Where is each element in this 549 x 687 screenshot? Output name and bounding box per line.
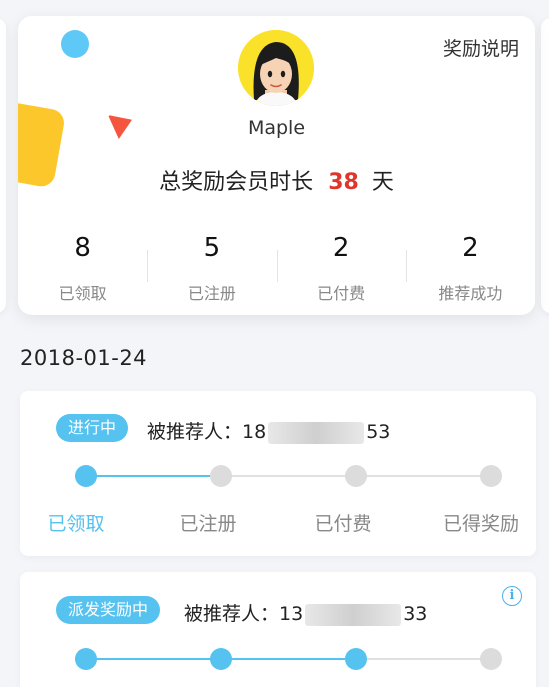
- decor-circle: [61, 30, 89, 58]
- previous-card-edge[interactable]: [0, 18, 6, 313]
- date-heading: 2018-01-24: [20, 346, 148, 370]
- next-card-edge[interactable]: [541, 18, 549, 313]
- referee-info: 被推荐人：18 53: [147, 417, 390, 444]
- stat-label: 已领取: [58, 284, 107, 303]
- progress-tracker: [75, 647, 502, 671]
- total-reward-unit: 天: [371, 170, 394, 195]
- step-dot: [480, 465, 502, 487]
- step-dot: [345, 648, 367, 670]
- step-label-registered: 已注册: [179, 513, 237, 535]
- phone-prefix: 18: [242, 421, 267, 443]
- status-badge: 派发奖励中: [56, 596, 161, 624]
- phone-suffix: 33: [403, 603, 428, 625]
- referee-label: 被推荐人：: [184, 603, 280, 625]
- avatar: [238, 30, 314, 106]
- stat-label: 推荐成功: [438, 284, 503, 303]
- referral-record[interactable]: 派发奖励中 被推荐人：13 33 i: [20, 572, 536, 687]
- reward-rules-link[interactable]: 奖励说明: [443, 34, 519, 61]
- phone-prefix: 13: [279, 603, 304, 625]
- step-dot: [480, 648, 502, 670]
- stat-value: 5: [203, 233, 221, 263]
- step-label-claimed: 已领取: [47, 513, 105, 535]
- profile-card: 奖励说明 Maple 总奖励会员时长 38 天 8 已领取 5 已注册 2 已付…: [18, 16, 535, 315]
- total-reward-duration: 总奖励会员时长 38 天: [18, 164, 535, 196]
- stat-claimed[interactable]: 8 已领取: [18, 228, 147, 303]
- status-badge: 进行中: [56, 414, 129, 442]
- stats-row: 8 已领取 5 已注册 2 已付费 2 推荐成功: [18, 228, 535, 303]
- phone-suffix: 53: [366, 421, 391, 443]
- stat-value: 8: [74, 233, 91, 263]
- username: Maple: [247, 117, 306, 139]
- info-icon[interactable]: i: [502, 586, 522, 606]
- step-label-paid: 已付费: [314, 513, 372, 535]
- stat-paid[interactable]: 2 已付费: [276, 228, 406, 303]
- progress-tracker: [75, 464, 502, 488]
- step-dot: [210, 648, 232, 670]
- step-dot: [210, 465, 232, 487]
- total-reward-days: 38: [328, 170, 359, 195]
- stat-registered[interactable]: 5 已注册: [147, 228, 276, 303]
- step-label-rewarded: 已得奖励: [442, 513, 520, 535]
- stat-value: 2: [332, 233, 350, 263]
- phone-mask: [268, 421, 365, 444]
- stat-label: 已付费: [317, 284, 366, 303]
- total-reward-label: 总奖励会员时长: [159, 170, 314, 195]
- stat-successful[interactable]: 2 推荐成功: [405, 228, 535, 303]
- stat-label: 已注册: [187, 284, 236, 303]
- phone-mask: [305, 603, 402, 626]
- stat-value: 2: [462, 233, 479, 263]
- referral-record[interactable]: 进行中 被推荐人：18 53 已领取 已注册 已付费 已得奖励: [20, 391, 536, 556]
- referee-info: 被推荐人：13 33: [184, 599, 427, 626]
- referee-label: 被推荐人：: [147, 421, 243, 443]
- step-dot: [75, 465, 97, 487]
- step-dot: [75, 648, 97, 670]
- avatar-illustration: [238, 30, 314, 106]
- step-dot: [345, 465, 367, 487]
